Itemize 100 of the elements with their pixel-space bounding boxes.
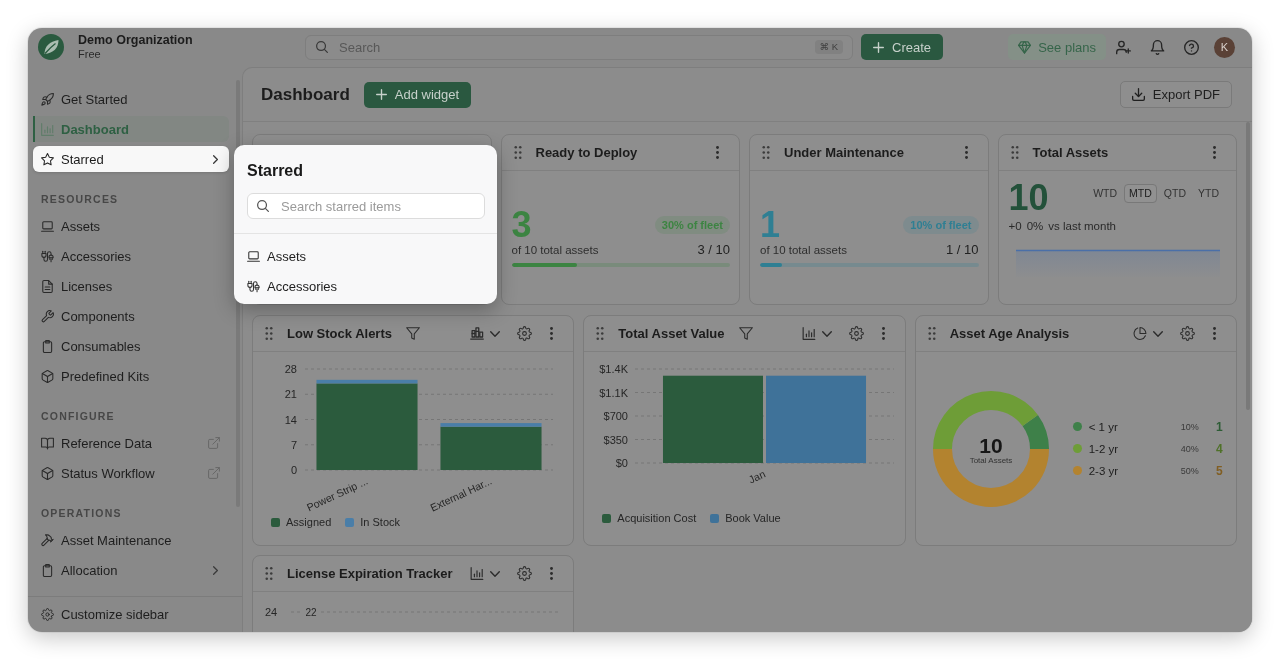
axis-category-label: Jan — [746, 467, 768, 486]
drag-handle-icon[interactable] — [927, 327, 936, 340]
kpi-value: 3 — [511, 208, 532, 242]
period-tab[interactable]: WTD — [1088, 184, 1123, 203]
chevron-right-icon — [213, 565, 218, 575]
chevron-down-icon[interactable] — [490, 570, 501, 577]
sidebar-item[interactable]: Status Workflow — [33, 460, 229, 486]
axis-tick-label: $0 — [616, 457, 629, 469]
fleet-share-badge: 10% of fleet — [903, 216, 979, 234]
drag-handle-icon[interactable] — [265, 567, 273, 580]
widget-title: Ready to Deploy — [535, 145, 638, 160]
more-menu-icon[interactable] — [1213, 146, 1216, 159]
sidebar-item[interactable]: Accessories — [33, 243, 229, 269]
sidebar-item[interactable]: Get Started — [33, 86, 229, 112]
widget-title: Total Asset Value — [618, 326, 725, 341]
plus-icon — [873, 41, 884, 53]
axis-tick-label: 7 — [290, 438, 297, 451]
drag-handle-icon[interactable] — [1010, 146, 1019, 159]
filter-icon[interactable] — [738, 327, 753, 340]
kpi-ratio: 1 / 10 — [945, 242, 979, 258]
chevron-down-icon[interactable] — [490, 330, 501, 337]
fleet-share-badge: 30% of fleet — [654, 216, 730, 234]
legend-label: Book Value — [725, 512, 781, 524]
bar-chart-icon[interactable] — [801, 327, 816, 340]
add-widget-button[interactable]: Add widget — [363, 81, 472, 108]
section-heading: RESOURCES — [41, 192, 120, 207]
drag-handle-icon[interactable] — [513, 146, 522, 159]
stacked-bar-icon[interactable] — [470, 327, 485, 340]
clipboard-icon — [41, 563, 54, 577]
chevron-down-icon[interactable] — [1153, 330, 1163, 337]
search-icon — [257, 200, 269, 212]
axis-tick-label: $350 — [603, 433, 629, 446]
user-plus-icon[interactable] — [1116, 39, 1131, 55]
widget-title: License Expiration Tracker — [287, 566, 453, 581]
chevron-right-icon — [213, 154, 218, 164]
kpi-value: 10 — [1008, 181, 1049, 215]
keyboard-shortcut: ⌘ K — [814, 40, 843, 54]
export-pdf-button[interactable]: Export PDF — [1119, 81, 1232, 108]
settings-icon[interactable] — [848, 326, 864, 341]
sidebar-item[interactable]: Predefined Kits — [33, 363, 229, 389]
gem-icon — [1018, 40, 1032, 54]
legend-count: 5 — [1214, 463, 1223, 478]
more-menu-icon[interactable] — [716, 146, 719, 159]
legend-label: 2-3 yr — [1088, 464, 1119, 477]
settings-icon[interactable] — [1180, 326, 1195, 341]
axis-tick-label: 14 — [284, 413, 297, 426]
donut-center-value: 10 — [979, 433, 1003, 456]
axis-tick-label: $700 — [603, 410, 629, 422]
settings-icon[interactable] — [517, 566, 533, 581]
widget-title: Low Stock Alerts — [287, 326, 392, 341]
sidebar-item[interactable]: Allocation — [33, 557, 229, 583]
bar-chart-icon[interactable] — [470, 567, 485, 580]
section-heading: OPERATIONS — [41, 506, 123, 521]
more-menu-icon[interactable] — [1213, 327, 1216, 340]
popover-title: Starred — [246, 161, 305, 181]
drag-handle-icon[interactable] — [762, 146, 770, 159]
drag-handle-icon[interactable] — [596, 327, 605, 340]
sidebar-item[interactable]: Assets — [33, 213, 229, 239]
period-tab[interactable]: MTD — [1124, 184, 1157, 203]
kpi-caption: of 10 total assets — [511, 243, 599, 258]
help-icon[interactable] — [1184, 39, 1199, 55]
sidebar-item[interactable]: Starred — [33, 146, 229, 172]
plan-label: Free — [78, 48, 102, 61]
change-value: +0 — [1008, 219, 1022, 233]
sidebar-item[interactable]: Reference Data — [33, 430, 229, 456]
sidebar-item[interactable]: Licenses — [33, 273, 229, 299]
create-button[interactable]: Create — [861, 34, 944, 60]
search-icon — [316, 41, 328, 53]
avatar[interactable]: K — [1214, 36, 1235, 58]
notifications-bell-icon[interactable] — [1150, 39, 1165, 55]
period-tab[interactable]: YTD — [1193, 184, 1224, 203]
axis-tick-label: 0 — [290, 464, 297, 476]
menu-item[interactable]: Accessories — [234, 271, 497, 301]
star-icon — [41, 152, 54, 166]
more-menu-icon[interactable] — [550, 327, 554, 340]
menu-item[interactable]: Assets — [234, 241, 497, 271]
plug-icon — [41, 249, 54, 263]
cube-icon — [41, 466, 54, 480]
period-tab[interactable]: QTD — [1158, 184, 1191, 203]
legend-label: Assigned — [286, 516, 332, 528]
more-menu-icon[interactable] — [881, 327, 885, 340]
section-heading: CONFIGURE — [41, 409, 116, 424]
filter-icon[interactable] — [406, 327, 420, 340]
organization-name: Demo Organization — [78, 33, 193, 48]
pie-chart-icon[interactable] — [1133, 327, 1147, 340]
sidebar-item[interactable]: Asset Maintenance — [33, 527, 229, 553]
drag-handle-icon[interactable] — [265, 327, 273, 340]
legend-count: 1 — [1214, 419, 1223, 434]
sidebar-item[interactable]: Components — [33, 303, 229, 329]
more-menu-icon[interactable] — [550, 567, 554, 580]
gear-icon — [41, 608, 54, 621]
cube-icon — [41, 369, 54, 383]
laptop-icon — [41, 219, 54, 233]
more-menu-icon[interactable] — [964, 146, 968, 159]
legend-count: 4 — [1214, 441, 1223, 456]
chevron-down-icon[interactable] — [821, 330, 832, 337]
settings-icon[interactable] — [517, 326, 533, 341]
axis-tick-label: $1.1K — [599, 386, 629, 399]
clipboard-icon — [41, 339, 54, 353]
sidebar-item[interactable]: Consumables — [33, 333, 229, 359]
